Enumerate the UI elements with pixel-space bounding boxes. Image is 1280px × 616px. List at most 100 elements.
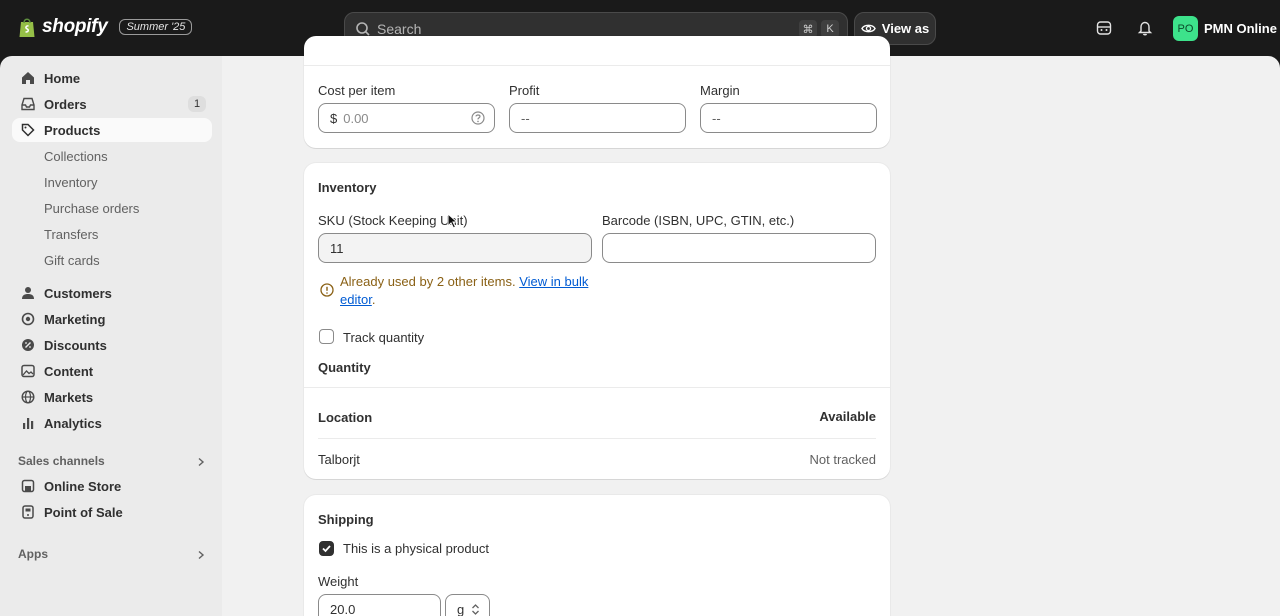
sidebar-item-label: Gift cards <box>44 252 100 268</box>
bar-chart-icon <box>23 418 34 429</box>
help-icon[interactable] <box>471 111 485 125</box>
divider <box>318 438 876 439</box>
sidebar-item-inventory[interactable]: Inventory <box>12 170 212 194</box>
storefront-icon <box>21 479 35 493</box>
sidebar-item-label: Point of Sale <box>44 504 123 520</box>
sidebar-item-label: Transfers <box>44 226 99 242</box>
sidebar-item-marketing[interactable]: Marketing <box>12 307 212 331</box>
sidebar: Home Orders 1 Products Collections Inven… <box>0 56 222 616</box>
sidebar-item-analytics[interactable]: Analytics <box>12 411 212 435</box>
sku-warning: Already used by 2 other items. View in b… <box>340 273 600 309</box>
track-quantity-label[interactable]: Track quantity <box>343 330 424 345</box>
target-icon <box>21 312 35 326</box>
divider <box>304 65 890 66</box>
sidebar-item-collections[interactable]: Collections <box>12 144 212 168</box>
warning-text: Already used by 2 other items. <box>340 274 516 289</box>
weight-unit-value: g <box>457 601 465 616</box>
cost-per-item-input[interactable]: $ 0.00 <box>318 103 495 133</box>
brand-wordmark: shopify <box>42 16 108 37</box>
sku-value: 11 <box>330 240 344 256</box>
shopify-logo[interactable]: shopify Summer '25 <box>18 16 193 38</box>
edition-badge: Summer '25 <box>119 19 193 35</box>
orders-count-badge: 1 <box>188 96 206 112</box>
currency-prefix: $ <box>330 110 338 126</box>
store-name: PMN Online <box>1204 21 1277 36</box>
sidebar-item-label: Products <box>44 122 101 138</box>
bell-icon[interactable] <box>1137 20 1153 36</box>
barcode-input[interactable] <box>602 233 876 263</box>
apps-heading[interactable]: Apps <box>18 547 48 561</box>
available-column-header: Available <box>819 409 876 424</box>
checkmark-icon <box>322 545 331 553</box>
pricing-card: Cost per item $ 0.00 Profit -- Margin -- <box>304 36 890 148</box>
sidebar-item-orders[interactable]: Orders 1 <box>12 92 212 116</box>
sidebar-item-gift-cards[interactable]: Gift cards <box>12 248 212 272</box>
inventory-title: Inventory <box>318 180 377 195</box>
sidebar-item-label: Marketing <box>44 311 106 327</box>
globe-icon <box>21 390 35 404</box>
chevron-right-icon[interactable] <box>196 457 206 467</box>
sidebar-item-point-of-sale[interactable]: Point of Sale <box>12 500 212 524</box>
discount-icon <box>22 339 34 351</box>
weight-unit-select[interactable]: g <box>445 594 490 616</box>
person-icon <box>22 287 34 299</box>
sidebar-item-content[interactable]: Content <box>12 359 212 383</box>
cost-per-item-label: Cost per item <box>318 83 396 98</box>
inventory-card: Inventory SKU (Stock Keeping Unit) 11 Ba… <box>304 163 890 479</box>
physical-product-label[interactable]: This is a physical product <box>343 541 489 556</box>
location-status: Not tracked <box>809 452 876 467</box>
sidebar-item-home[interactable]: Home <box>12 66 212 90</box>
sidebar-item-purchase-orders[interactable]: Purchase orders <box>12 196 212 220</box>
weight-label: Weight <box>318 574 359 589</box>
track-quantity-checkbox[interactable] <box>319 329 334 344</box>
search-placeholder: Search <box>377 20 422 37</box>
eye-icon <box>860 24 876 33</box>
sidebar-item-label: Orders <box>44 96 87 112</box>
shipping-card: Shipping This is a physical product Weig… <box>304 495 890 616</box>
view-as-label: View as <box>881 21 930 36</box>
sales-channels-heading[interactable]: Sales channels <box>18 454 105 468</box>
weight-input[interactable]: 20.0 <box>318 594 441 616</box>
physical-product-checkbox[interactable] <box>319 541 334 556</box>
profit-label: Profit <box>509 83 540 98</box>
sidebar-item-label: Inventory <box>44 174 98 190</box>
weight-value: 20.0 <box>330 601 356 616</box>
warning-end: . <box>371 292 376 307</box>
sidebar-item-discounts[interactable]: Discounts <box>12 333 212 357</box>
sidebar-item-label: Markets <box>44 389 94 405</box>
mouse-cursor-icon <box>447 213 458 229</box>
sidebar-item-markets[interactable]: Markets <box>12 385 212 409</box>
sidebar-item-label: Online Store <box>44 478 122 494</box>
sidebar-item-label: Analytics <box>44 415 102 431</box>
chevron-right-icon[interactable] <box>196 550 206 560</box>
sidebar-item-label: Discounts <box>44 337 107 353</box>
sidebar-item-label: Customers <box>44 285 112 301</box>
sidekick-icon[interactable] <box>1096 20 1112 36</box>
shopify-bag-icon <box>19 18 35 37</box>
tag-icon <box>21 123 35 137</box>
search-icon <box>356 21 370 36</box>
sidebar-item-label: Content <box>44 363 94 379</box>
store-menu[interactable]: PO PMN Online <box>1173 16 1277 41</box>
inbox-icon <box>21 97 35 111</box>
sidebar-item-label: Home <box>44 70 81 86</box>
barcode-label: Barcode (ISBN, UPC, GTIN, etc.) <box>602 213 795 228</box>
pos-icon <box>22 505 34 519</box>
margin-label: Margin <box>700 83 740 98</box>
sidebar-item-transfers[interactable]: Transfers <box>12 222 212 246</box>
margin-field: -- <box>700 103 877 133</box>
home-icon <box>22 72 34 84</box>
cost-placeholder: 0.00 <box>343 110 369 126</box>
location-name: Talborjt <box>318 452 360 467</box>
sidebar-item-online-store[interactable]: Online Store <box>12 474 212 498</box>
profit-field: -- <box>509 103 686 133</box>
shipping-title: Shipping <box>318 512 374 527</box>
image-icon <box>21 364 35 378</box>
sidebar-item-products[interactable]: Products <box>12 118 212 142</box>
quantity-title: Quantity <box>318 360 371 375</box>
divider <box>304 387 890 388</box>
location-column-header: Location <box>318 410 373 425</box>
avatar: PO <box>1173 16 1198 41</box>
sidebar-item-customers[interactable]: Customers <box>12 281 212 305</box>
sku-input[interactable]: 11 <box>318 233 592 263</box>
